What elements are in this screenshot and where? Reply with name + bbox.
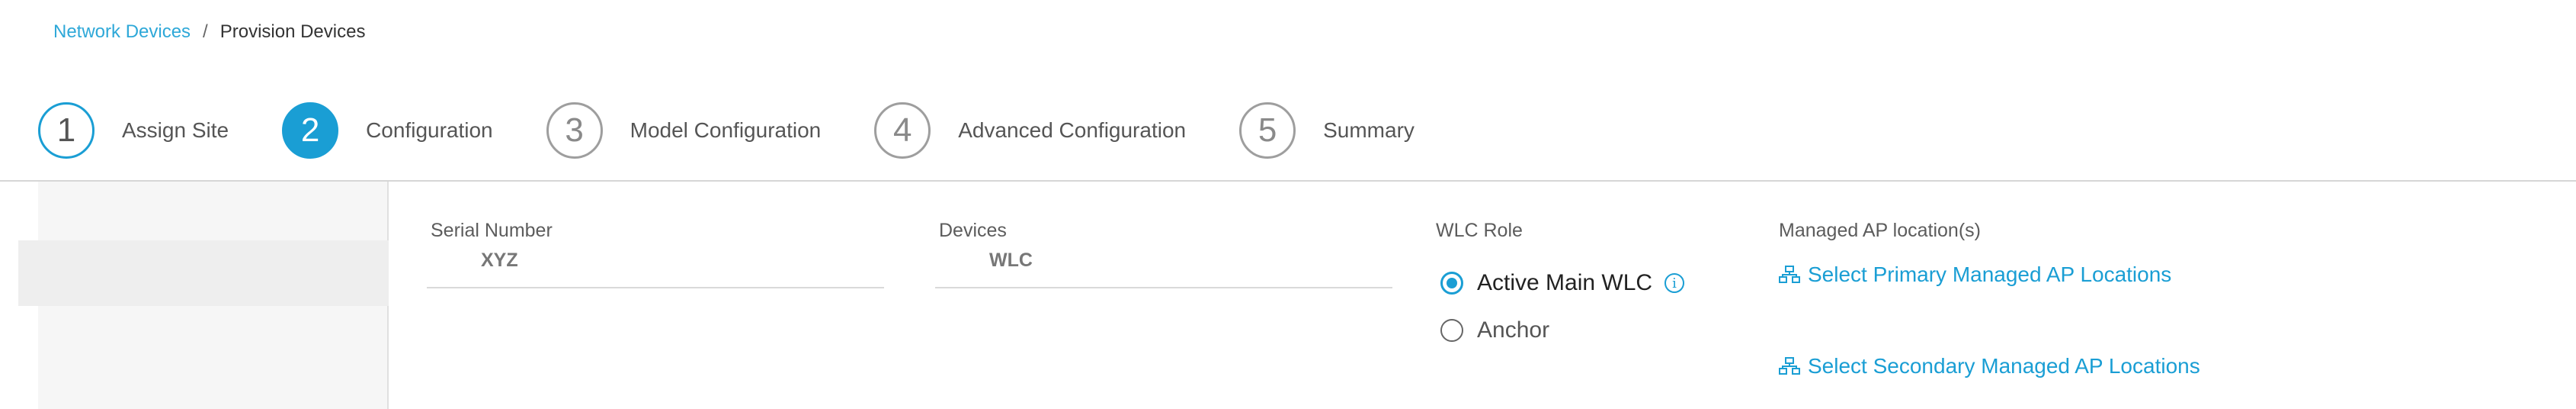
radio-label: Anchor bbox=[1477, 317, 1550, 343]
breadcrumb: Network Devices / Provision Devices bbox=[53, 21, 365, 43]
serial-number-value: XYZ bbox=[481, 250, 518, 271]
device-list-selected-row[interactable] bbox=[18, 240, 389, 306]
radio-active-main-wlc[interactable]: Active Main WLC i bbox=[1440, 270, 1685, 296]
serial-number-field: Serial Number XYZ bbox=[431, 220, 553, 272]
managed-ap-field: Managed AP location(s) bbox=[1779, 220, 1981, 242]
step-number: 3 bbox=[546, 102, 603, 159]
breadcrumb-network-devices[interactable]: Network Devices bbox=[53, 21, 191, 43]
devices-field: Devices WLC bbox=[939, 220, 1033, 272]
primary-link-label: Select Primary Managed AP Locations bbox=[1808, 262, 2172, 286]
info-icon[interactable]: i bbox=[1664, 273, 1685, 293]
select-primary-ap-locations-link[interactable]: Select Primary Managed AP Locations bbox=[1779, 262, 2171, 287]
step-label: Configuration bbox=[366, 118, 493, 142]
radio-button-checked[interactable] bbox=[1440, 272, 1463, 295]
radio-label: Active Main WLC bbox=[1477, 270, 1653, 295]
serial-number-label: Serial Number bbox=[431, 220, 553, 241]
serial-number-underline bbox=[427, 287, 884, 288]
breadcrumb-current-page: Provision Devices bbox=[219, 21, 366, 42]
radio-button-unchecked[interactable] bbox=[1440, 319, 1463, 342]
step-label: Model Configuration bbox=[630, 118, 822, 142]
devices-label: Devices bbox=[939, 220, 1007, 241]
wlc-role-field: WLC Role bbox=[1436, 220, 1523, 242]
secondary-link-label: Select Secondary Managed AP Locations bbox=[1808, 354, 2200, 378]
step-assign-site[interactable]: 1 Assign Site bbox=[38, 102, 229, 159]
wlc-role-label: WLC Role bbox=[1436, 220, 1523, 241]
wizard-stepper: 1 Assign Site 2 Configuration 3 Model Co… bbox=[38, 102, 1468, 159]
devices-value: WLC bbox=[989, 250, 1033, 271]
step-label: Summary bbox=[1323, 118, 1415, 142]
step-number: 5 bbox=[1239, 102, 1296, 159]
location-hierarchy-icon bbox=[1779, 266, 1800, 283]
step-number: 2 bbox=[282, 102, 339, 159]
step-number: 4 bbox=[874, 102, 931, 159]
radio-anchor[interactable]: Anchor bbox=[1440, 317, 1549, 343]
step-number: 1 bbox=[38, 102, 95, 159]
select-secondary-ap-locations-link[interactable]: Select Secondary Managed AP Locations bbox=[1779, 354, 2200, 378]
step-advanced-configuration[interactable]: 4 Advanced Configuration bbox=[874, 102, 1186, 159]
location-hierarchy-icon bbox=[1779, 357, 1800, 375]
managed-ap-label: Managed AP location(s) bbox=[1779, 220, 1981, 241]
devices-underline bbox=[935, 287, 1392, 288]
step-model-configuration[interactable]: 3 Model Configuration bbox=[546, 102, 822, 159]
step-label: Advanced Configuration bbox=[958, 118, 1187, 142]
step-configuration[interactable]: 2 Configuration bbox=[282, 102, 493, 159]
breadcrumb-separator: / bbox=[203, 21, 208, 42]
step-label: Assign Site bbox=[122, 118, 229, 142]
step-summary[interactable]: 5 Summary bbox=[1239, 102, 1415, 159]
